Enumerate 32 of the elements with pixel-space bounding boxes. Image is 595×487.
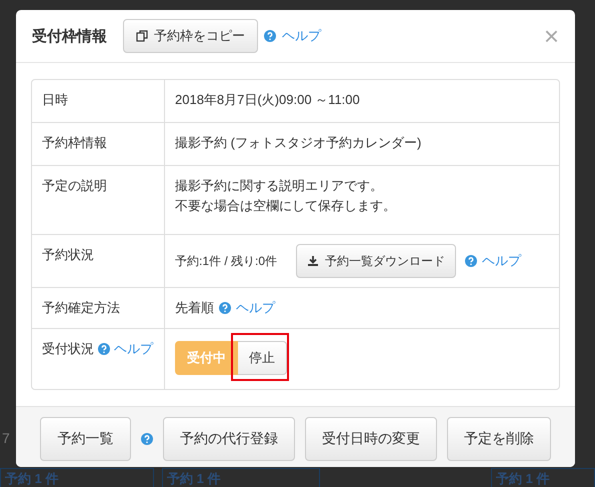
footer-button[interactable]: 予約一覧 [40,417,131,461]
footer-button[interactable]: 予定を削除 [446,417,551,461]
help-link[interactable]: ヘルプ [482,253,522,269]
copy-icon [136,30,148,42]
help-link[interactable]: ヘルプ [282,27,321,45]
copy-button[interactable]: 予約枠をコピー [123,19,258,53]
help-icon[interactable] [140,433,153,445]
footer-button[interactable]: 受付日時の変更 [304,417,437,461]
field-label: 予約枠情報 [42,135,107,151]
field-value: 予約:1件 / 残り:0件 [175,253,278,269]
footer-button[interactable]: 予約の代行登録 [162,417,295,461]
field-label: 日時 [42,92,68,108]
field-label: 予約確定方法 [42,300,120,316]
field-value: 先着順 [175,300,214,316]
download-icon [307,255,320,267]
field-value: 撮影予約 (フォトスタジオ予約カレンダー) [175,134,422,152]
help-icon[interactable] [264,30,276,42]
help-link[interactable]: ヘルプ [236,300,275,316]
dialog-title: 受付枠情報 [32,26,107,46]
help-icon[interactable] [465,255,478,267]
help-icon[interactable] [219,302,231,314]
field-label: 予約状況 [42,247,94,263]
toggle-option[interactable]: 停止 [238,341,287,375]
close-button[interactable]: × [544,23,559,49]
download-button[interactable]: 予約一覧ダウンロード [296,244,456,278]
field-label: 予定の説明 [42,178,107,194]
calendar-day: 7 [2,430,10,446]
field-value: 2018年8月7日(火)09:00 ～11:00 [175,91,361,109]
field-value: 撮影予約に関する説明エリアです。 不要な場合は空欄にして保存します。 [175,177,397,215]
help-link[interactable]: ヘルプ [114,341,153,357]
field-label: 受付状況 [42,341,94,357]
help-icon[interactable] [98,343,110,355]
